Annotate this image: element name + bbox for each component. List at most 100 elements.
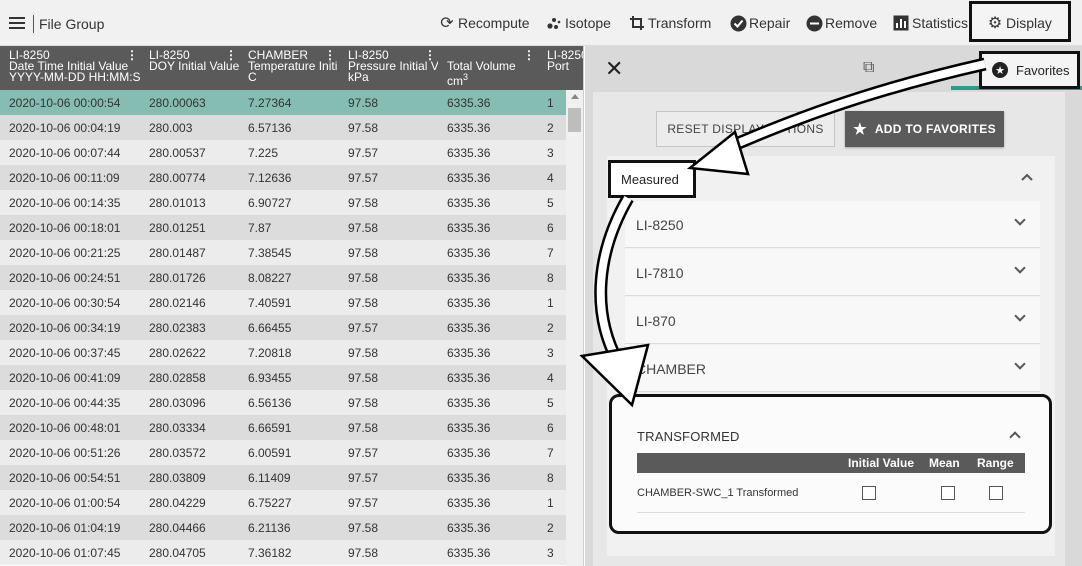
transformed-section: TRANSFORMED Initial Value Mean Range CHA… bbox=[609, 394, 1052, 534]
table-cell: 97.58 bbox=[348, 421, 379, 435]
table-header: LI-8250 Date Time Initial Value YYYY-MM-DD… bbox=[0, 46, 583, 90]
table-row[interactable]: 2020-10-06 00:07:44 280.00537 7.225 97.57 63… bbox=[0, 140, 566, 165]
table-row[interactable]: 2020-10-06 00:24:51 280.01726 8.08227 97.58… bbox=[0, 265, 566, 290]
gear-icon: ⚙ bbox=[987, 15, 1003, 32]
table-cell: 2020-10-06 00:18:01 bbox=[9, 221, 121, 235]
table-row[interactable]: 2020-10-06 01:04:19 280.04466 6.21136 97.58… bbox=[0, 515, 566, 540]
initial-value-checkbox[interactable] bbox=[862, 486, 876, 500]
mean-checkbox[interactable] bbox=[941, 486, 955, 500]
add-to-favorites-button[interactable]: ★ ADD TO FAVORITES bbox=[845, 111, 1004, 147]
table-row[interactable]: 2020-10-06 01:07:45 280.04705 7.36182 97.58… bbox=[0, 540, 566, 565]
table-row[interactable]: 2020-10-06 00:48:01 280.03334 6.66591 97.58… bbox=[0, 415, 566, 440]
table-cell: 2 bbox=[547, 321, 554, 335]
group-li-870[interactable]: LI-870 bbox=[625, 297, 1040, 344]
table-row[interactable]: 2020-10-06 00:37:45 280.02622 7.20818 97.58… bbox=[0, 340, 566, 365]
hamburger-menu-icon[interactable] bbox=[9, 17, 25, 29]
recompute-button[interactable]: ⟳ Recompute bbox=[438, 14, 529, 32]
table-cell: 97.57 bbox=[348, 471, 379, 485]
display-options-panel: ✕ ⧉ ★ Favorites RESET DISPLAY OPTIONS ★ … bbox=[585, 46, 1082, 566]
table-row[interactable]: 2020-10-06 00:41:09 280.02858 6.93455 97.58… bbox=[0, 365, 566, 390]
table-cell: 6335.36 bbox=[447, 471, 491, 485]
table-row[interactable]: 2020-10-06 00:18:01 280.01251 7.87 97.58 633… bbox=[0, 215, 566, 240]
chevron-up-icon[interactable] bbox=[1021, 170, 1033, 184]
column-header-0[interactable]: LI-8250 Date Time Initial Value YYYY-MM-DD… bbox=[9, 50, 140, 83]
scroll-up-icon[interactable] bbox=[571, 94, 579, 99]
table-scrollbar[interactable] bbox=[566, 90, 583, 566]
remove-button[interactable]: Remove bbox=[805, 14, 877, 32]
column-header-5[interactable]: LI-8250 Port bbox=[547, 50, 583, 72]
table-cell: 6335.36 bbox=[447, 446, 491, 460]
panel-header: ✕ ⧉ ★ Favorites bbox=[585, 46, 1082, 90]
header-range: Range bbox=[977, 456, 1014, 470]
table-row[interactable]: 2020-10-06 00:14:35 280.01013 6.90727 97.58… bbox=[0, 190, 566, 215]
table-cell: 6335.36 bbox=[447, 346, 491, 360]
table-cell: 5 bbox=[547, 196, 554, 210]
range-checkbox[interactable] bbox=[989, 486, 1003, 500]
table-row[interactable]: 2020-10-06 00:34:19 280.02383 6.66455 97.57… bbox=[0, 315, 566, 340]
table-cell: 7.38545 bbox=[248, 246, 292, 260]
column-menu-icon[interactable]: ⋮ bbox=[523, 50, 535, 61]
table-cell: 2020-10-06 00:44:35 bbox=[9, 396, 121, 410]
chevron-down-icon bbox=[1014, 262, 1026, 274]
table-row[interactable]: 2020-10-06 00:51:26 280.03572 6.00591 97.57… bbox=[0, 440, 566, 465]
measured-section-header[interactable]: Measured bbox=[608, 160, 696, 198]
table-row[interactable]: 2020-10-06 00:30:54 280.02146 7.40591 97.58… bbox=[0, 290, 566, 315]
table-cell: 2 bbox=[547, 121, 554, 135]
column-menu-icon[interactable]: ⋮ bbox=[424, 50, 436, 61]
table-cell: 2 bbox=[547, 521, 554, 535]
table-cell: 280.01013 bbox=[149, 196, 206, 210]
isotope-button[interactable]: Isotope bbox=[545, 14, 611, 32]
table-row[interactable]: 2020-10-06 01:00:54 280.04229 6.75227 97.57… bbox=[0, 490, 566, 515]
scroll-thumb[interactable] bbox=[568, 108, 581, 132]
table-cell: 6335.36 bbox=[447, 321, 491, 335]
table-cell: 97.58 bbox=[348, 396, 379, 410]
table-row[interactable]: 2020-10-06 00:00:54 280.00063 7.27364 97.58… bbox=[0, 90, 566, 115]
table-cell: 6 bbox=[547, 421, 554, 435]
column-header-2[interactable]: CHAMBER Temperature Initi C ⋮ bbox=[248, 50, 338, 83]
display-button[interactable]: ⚙ Display bbox=[986, 14, 1052, 32]
table-row[interactable]: 2020-10-06 00:11:09 280.00774 7.12636 97.57… bbox=[0, 165, 566, 190]
table-cell: 97.58 bbox=[348, 246, 379, 260]
table-row[interactable]: 2020-10-06 00:44:35 280.03096 6.56136 97.58… bbox=[0, 390, 566, 415]
close-icon[interactable]: ✕ bbox=[605, 56, 623, 82]
table-cell: 280.04466 bbox=[149, 521, 206, 535]
reset-display-options-button[interactable]: RESET DISPLAY OPTIONS bbox=[656, 111, 835, 147]
column-header-line: Port bbox=[547, 59, 570, 72]
column-header-3[interactable]: LI-8250 Pressure Initial VkPa ⋮ bbox=[348, 50, 438, 83]
transformed-title: TRANSFORMED bbox=[637, 429, 740, 444]
table-row[interactable]: 2020-10-06 00:04:19 280.003 6.57136 97.58 63… bbox=[0, 115, 566, 140]
group-li-8250[interactable]: LI-8250 bbox=[625, 201, 1040, 248]
table-cell: 280.03572 bbox=[149, 446, 206, 460]
table-cell: 97.58 bbox=[348, 121, 379, 135]
statistics-button[interactable]: Statistics bbox=[892, 14, 968, 32]
table-cell: 97.58 bbox=[348, 296, 379, 310]
table-cell: 3 bbox=[547, 546, 554, 560]
column-menu-icon[interactable]: ⋮ bbox=[225, 50, 237, 61]
table-cell: 4 bbox=[547, 171, 554, 185]
table-cell: 6335.36 bbox=[447, 196, 491, 210]
table-cell: 2020-10-06 00:54:51 bbox=[9, 471, 121, 485]
table-cell: 97.58 bbox=[348, 221, 379, 235]
column-menu-icon[interactable]: ⋮ bbox=[324, 50, 336, 61]
column-header-1[interactable]: LI-8250 DOY Initial Value ⋮ bbox=[149, 50, 239, 72]
favorites-tab[interactable]: ★ Favorites bbox=[979, 51, 1080, 89]
table-cell: 2020-10-06 00:34:19 bbox=[9, 321, 121, 335]
group-li-7810[interactable]: LI-7810 bbox=[625, 249, 1040, 296]
column-header-4[interactable]: Total Volume cm3 ⋮ bbox=[447, 50, 537, 87]
table-cell: 280.00774 bbox=[149, 171, 206, 185]
table-cell: 6.11409 bbox=[248, 471, 291, 485]
table-row[interactable]: 2020-10-06 00:21:25 280.01487 7.38545 97.58… bbox=[0, 240, 566, 265]
column-menu-icon[interactable]: ⋮ bbox=[126, 50, 138, 61]
table-cell: 8 bbox=[547, 271, 554, 285]
group-chamber[interactable]: CHAMBER bbox=[625, 345, 1040, 392]
repair-button[interactable]: Repair bbox=[729, 14, 790, 32]
transform-button[interactable]: Transform bbox=[628, 14, 711, 32]
star-icon: ★ bbox=[853, 121, 867, 138]
table-row[interactable]: 2020-10-06 00:54:51 280.03809 6.11409 97.57… bbox=[0, 465, 566, 490]
open-external-icon[interactable]: ⧉ bbox=[863, 59, 874, 77]
transformed-row: CHAMBER-SWC_1 Transformed bbox=[637, 473, 1025, 513]
table-cell: 4 bbox=[547, 371, 554, 385]
table-cell: 6335.36 bbox=[447, 546, 491, 560]
chevron-up-icon[interactable] bbox=[1009, 431, 1021, 443]
chevron-down-icon bbox=[1014, 358, 1026, 370]
